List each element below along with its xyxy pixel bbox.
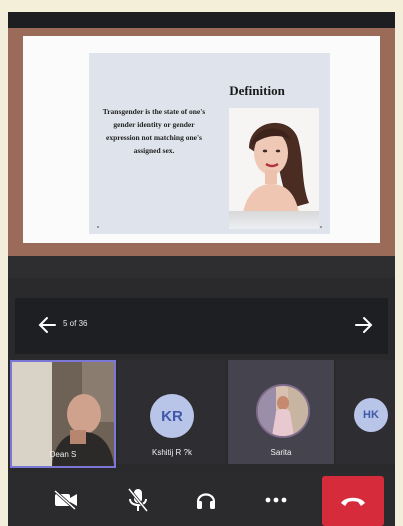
shared-slide-frame: Definition Transgender is the state of o… [8,28,395,256]
camera-off-icon [53,489,77,511]
left-border [0,12,8,526]
participant-tile-hk[interactable]: HK [336,360,395,464]
avatar [256,384,310,438]
slide-navigation-bar: 5 of 36 [15,298,388,354]
participant-tile-kr[interactable]: KR Kshitij R ?k [118,360,226,464]
slide-title: Definition [229,83,285,98]
slide-portrait-image [229,108,319,213]
hang-up-button[interactable] [322,476,384,526]
slide-counter: 5 of 36 [63,319,88,328]
slide-content-panel: Definition Transgender is the state of o… [89,53,330,234]
speaker-button[interactable] [186,480,226,520]
top-dark-bar [8,12,395,28]
hang-up-icon [341,497,365,506]
camera-toggle-button[interactable] [46,480,86,520]
more-options-button[interactable] [256,480,296,520]
right-border [395,12,403,526]
mic-off-icon [127,488,149,512]
slide-corner-mark [320,226,322,228]
slide-canvas[interactable]: Definition Transgender is the state of o… [23,36,380,243]
speaker-icon [196,493,216,509]
portrait-reflection [229,211,319,229]
call-controls-bar [8,472,395,526]
slide-body-text: Transgender is the state of one's gender… [102,107,206,155]
portrait-illustration [229,108,319,213]
previous-slide-button[interactable] [35,312,61,338]
avatar: KR [150,394,194,438]
participant-tile-dean[interactable]: Dean S [10,360,116,468]
avatar: HK [354,398,388,432]
arrow-left-icon [38,317,56,333]
participant-name: Sarita [270,448,292,457]
top-strip [0,0,403,12]
next-slide-button[interactable] [350,312,376,338]
slide-corner-mark [97,226,99,228]
arrow-right-icon [355,317,373,333]
participant-strip: Dean S KR Kshitij R ?k Sarita HK [8,358,395,468]
mic-toggle-button[interactable] [118,480,158,520]
participant-name: Kshitij R ?k [151,448,192,457]
participant-tile-sarita[interactable]: Sarita [228,360,334,464]
avatar-photo-image [258,386,308,436]
more-icon [265,497,287,503]
participant-name: Dean S [49,450,77,459]
